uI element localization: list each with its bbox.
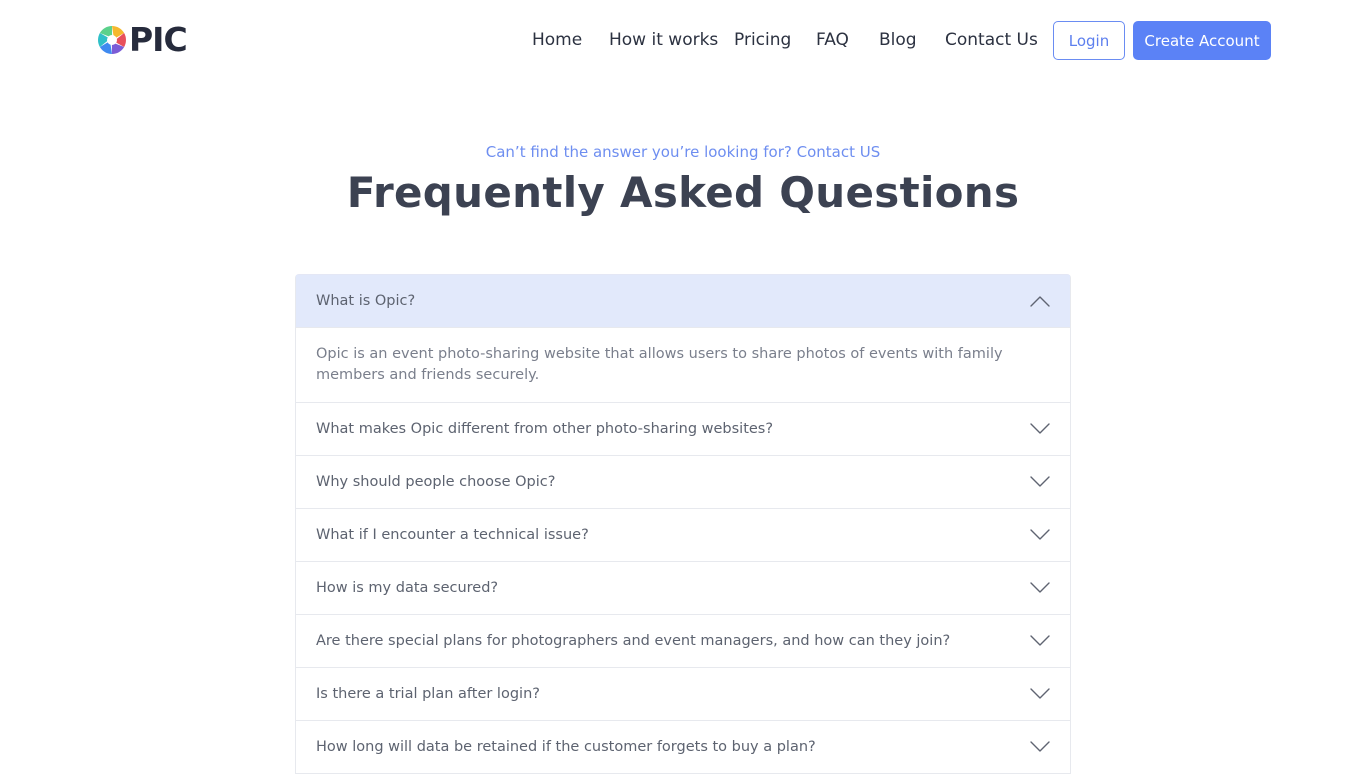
nav-contact-us[interactable]: Contact Us bbox=[945, 28, 1038, 52]
faq-question-toggle[interactable]: Is there a trial plan after login? bbox=[296, 668, 1070, 720]
faq-question-toggle[interactable]: Why should people choose Opic? bbox=[296, 456, 1070, 508]
faq-question-toggle[interactable]: How long will data be retained if the cu… bbox=[296, 721, 1070, 773]
chevron-down-icon[interactable] bbox=[1030, 688, 1050, 700]
faq-question-text: What makes Opic different from other pho… bbox=[316, 421, 774, 437]
faq-item: What makes Opic different from other pho… bbox=[295, 403, 1071, 456]
chevron-up-icon[interactable] bbox=[1030, 295, 1050, 307]
nav-pricing[interactable]: Pricing bbox=[734, 28, 791, 52]
faq-item: Are there special plans for photographer… bbox=[295, 615, 1071, 668]
chevron-down-icon[interactable] bbox=[1030, 582, 1050, 594]
faq-item: How is my data secured? bbox=[295, 562, 1071, 615]
faq-item: How long will data be retained if the cu… bbox=[295, 721, 1071, 774]
chevron-down-icon[interactable] bbox=[1030, 635, 1050, 647]
faq-accordion: What is Opic? Opic is an event photo-shar… bbox=[295, 274, 1071, 774]
faq-question-text: How is my data secured? bbox=[316, 580, 499, 596]
faq-question-toggle[interactable]: What is Opic? bbox=[296, 275, 1070, 327]
faq-question-text: What if I encounter a technical issue? bbox=[316, 527, 589, 543]
nav-home[interactable]: Home bbox=[532, 28, 582, 52]
faq-question-text: Why should people choose Opic? bbox=[316, 474, 556, 490]
faq-question-toggle[interactable]: What if I encounter a technical issue? bbox=[296, 509, 1070, 561]
faq-question-text: Are there special plans for photographer… bbox=[316, 633, 951, 649]
faq-item: What is Opic? Opic is an event photo-shar… bbox=[295, 274, 1071, 403]
faq-question-text: How long will data be retained if the cu… bbox=[316, 739, 816, 755]
faq-answer-text: Opic is an event photo-sharing website t… bbox=[296, 327, 1070, 402]
contact-prompt-link[interactable]: Can’t find the answer you’re looking for… bbox=[0, 142, 1366, 162]
nav-how-it-works[interactable]: How it works bbox=[609, 28, 718, 52]
faq-question-text: Is there a trial plan after login? bbox=[316, 686, 540, 702]
chevron-down-icon[interactable] bbox=[1030, 423, 1050, 435]
faq-question-toggle[interactable]: What makes Opic different from other pho… bbox=[296, 403, 1070, 455]
create-account-button[interactable]: Create Account bbox=[1133, 21, 1271, 60]
page-title: Frequently Asked Questions bbox=[346, 168, 1020, 217]
chevron-down-icon[interactable] bbox=[1030, 529, 1050, 541]
logo-text: PIC bbox=[129, 20, 188, 59]
login-button[interactable]: Login bbox=[1053, 21, 1125, 60]
faq-question-text: What is Opic? bbox=[316, 293, 416, 309]
chevron-down-icon[interactable] bbox=[1030, 741, 1050, 753]
nav-faq[interactable]: FAQ bbox=[816, 28, 849, 52]
faq-item: Is there a trial plan after login? bbox=[295, 668, 1071, 721]
aperture-icon bbox=[98, 26, 126, 54]
faq-item: Why should people choose Opic? bbox=[295, 456, 1071, 509]
nav-blog[interactable]: Blog bbox=[879, 28, 917, 52]
navbar: PIC Home How it works Pricing FAQ Blog C… bbox=[0, 0, 1366, 80]
faq-question-toggle[interactable]: Are there special plans for photographer… bbox=[296, 615, 1070, 667]
chevron-down-icon[interactable] bbox=[1030, 476, 1050, 488]
faq-item: What if I encounter a technical issue? bbox=[295, 509, 1071, 562]
faq-question-toggle[interactable]: How is my data secured? bbox=[296, 562, 1070, 614]
opic-logo[interactable]: PIC bbox=[96, 20, 188, 59]
